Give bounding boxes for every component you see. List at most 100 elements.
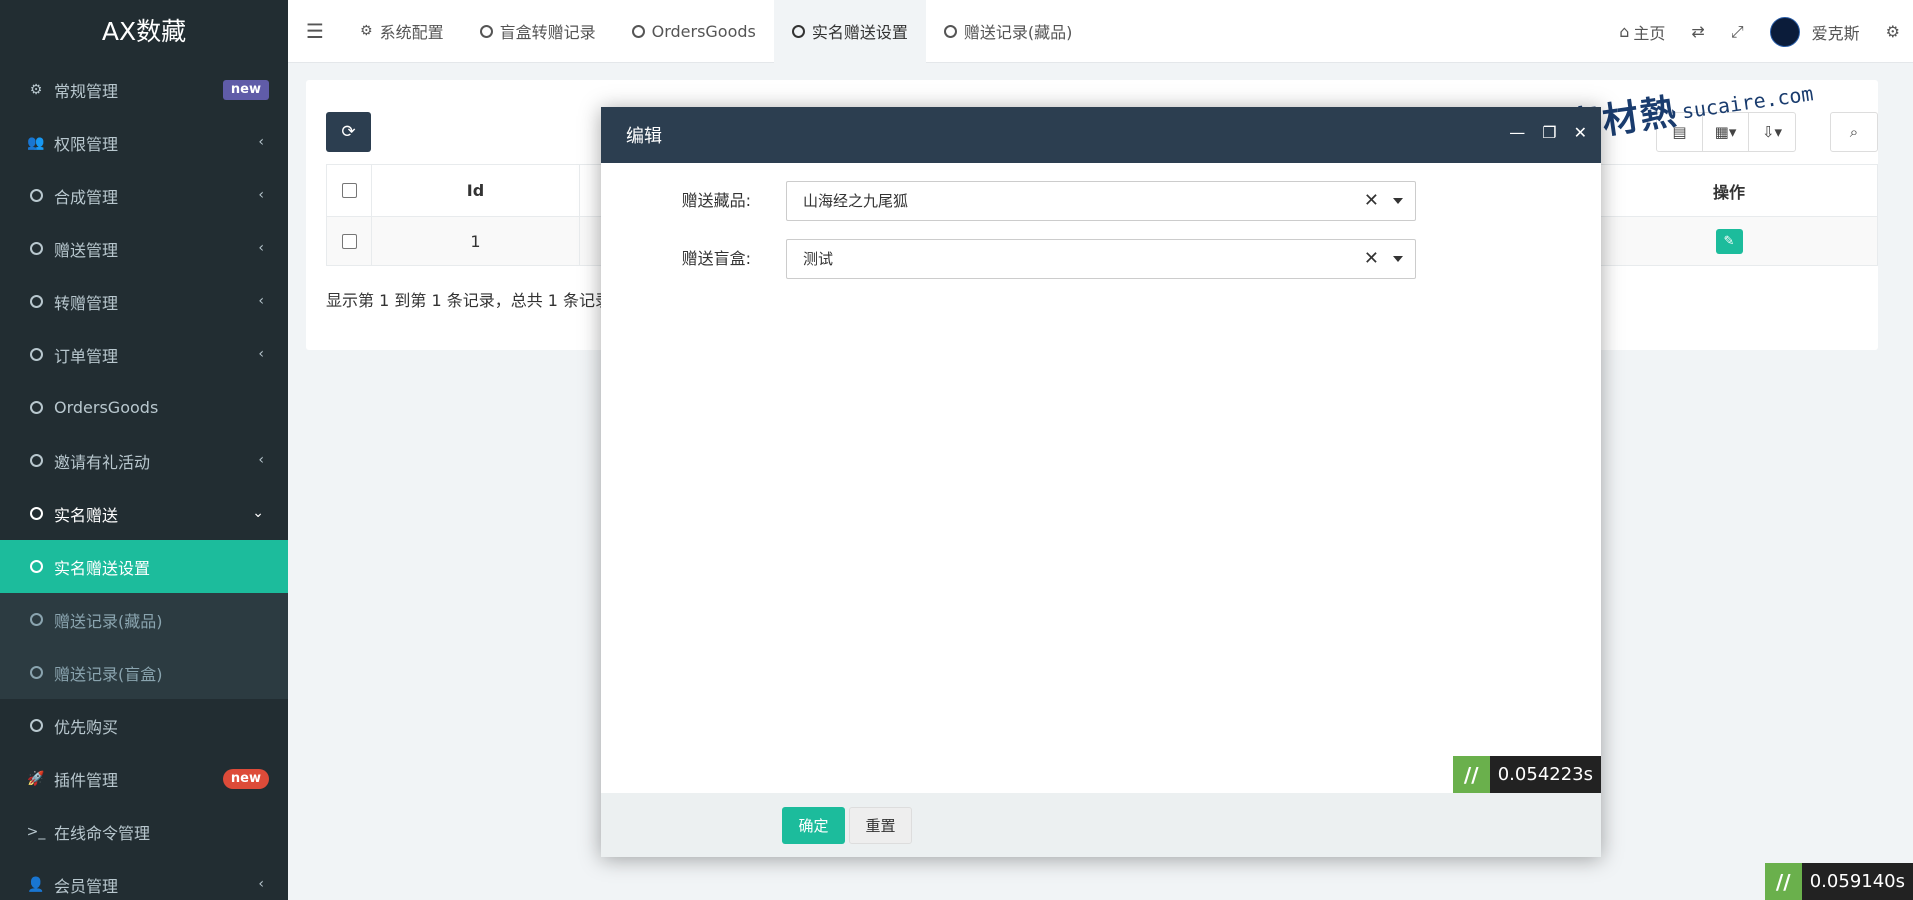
sidebar-item-label: 会员管理: [54, 876, 119, 896]
blindbox-value: 测试: [803, 250, 834, 268]
sidebar-subitem-realname-settings[interactable]: 实名赠送设置: [0, 540, 288, 593]
sidebar-item-label: OrdersGoods: [54, 398, 159, 417]
modal-debug-timer[interactable]: // 0.054223s: [1452, 756, 1601, 793]
sidebar-subitem-gift-records-collectibles[interactable]: 赠送记录(藏品): [0, 593, 288, 646]
circle-icon: [26, 348, 46, 361]
sidebar-submenu: 实名赠送设置 赠送记录(藏品) 赠送记录(盲盒): [0, 540, 288, 699]
caret-down-icon[interactable]: [1393, 198, 1403, 204]
clear-icon[interactable]: ✕: [1364, 182, 1379, 220]
chevron-left-icon: ‹: [258, 452, 264, 468]
sidebar-item-invite[interactable]: 邀请有礼活动 ‹: [0, 434, 288, 487]
chevron-down-icon: ⌄: [252, 505, 264, 521]
page-timer-value: 0.059140s: [1801, 863, 1913, 900]
home-link[interactable]: ⌂ 主页: [1606, 0, 1678, 63]
refresh-button[interactable]: ⟳: [326, 112, 371, 152]
reset-button[interactable]: 重置: [849, 807, 912, 844]
sidebar-item-label: 实名赠送: [54, 505, 119, 525]
new-badge: new: [222, 80, 269, 100]
column-header-id[interactable]: Id: [372, 165, 580, 216]
sidebar-item-realname-gift[interactable]: 实名赠送 ⌄: [0, 487, 288, 540]
chevron-left-icon: ‹: [258, 240, 264, 256]
tab-blindbox-transfer[interactable]: 盲盒转赠记录: [462, 0, 614, 63]
select-all-checkbox[interactable]: [341, 183, 357, 198]
circle-icon: [631, 24, 645, 38]
cell-id: 1: [372, 217, 580, 265]
fullscreen-icon[interactable]: ⤢: [1718, 0, 1757, 63]
confirm-button[interactable]: 确定: [782, 807, 845, 844]
sidebar-item-orders[interactable]: 订单管理 ‹: [0, 328, 288, 381]
user-menu[interactable]: 爱克斯: [1757, 0, 1873, 63]
avatar: [1769, 16, 1800, 47]
row-checkbox[interactable]: [341, 233, 357, 249]
column-header-operate: 操作: [1712, 182, 1745, 202]
sidebar-item-label: 插件管理: [54, 770, 119, 790]
form-row-collectible: 赠送藏品: 山海经之九尾狐 ✕: [601, 181, 1601, 221]
language-icon[interactable]: ⇄: [1678, 0, 1717, 63]
circle-icon: [26, 295, 46, 308]
sidebar-item-general[interactable]: ⚙ 常规管理 new: [0, 63, 288, 116]
sidebar-item-plugins[interactable]: 🚀 插件管理 new: [0, 752, 288, 805]
pagination-info: 显示第 1 到第 1 条记录，总共 1 条记录: [326, 291, 612, 310]
chevron-left-icon: ‹: [258, 346, 264, 362]
collectible-value: 山海经之九尾狐: [803, 192, 909, 210]
maximize-icon[interactable]: ❐: [1542, 123, 1556, 142]
chevron-left-icon: ‹: [258, 876, 264, 892]
page-debug-timer[interactable]: // 0.059140s: [1764, 863, 1913, 900]
watermark-sub: sucaire.com: [1680, 81, 1815, 124]
modal-title: 编辑: [626, 126, 662, 147]
circle-icon: [26, 401, 46, 414]
app-logo[interactable]: AX数藏: [0, 0, 288, 63]
circle-icon: [26, 507, 46, 520]
sidebar-item-gift[interactable]: 赠送管理 ‹: [0, 222, 288, 275]
caret-down-icon[interactable]: [1393, 256, 1403, 262]
chevron-left-icon: ‹: [258, 187, 264, 203]
circle-icon: [26, 189, 46, 202]
cell-operate: ✎: [1653, 228, 1805, 254]
tab-ordersgoods[interactable]: OrdersGoods: [614, 0, 774, 63]
sidebar: AX数藏 ⚙ 常规管理 new 👥 权限管理 ‹ 合成管理 ‹ 赠送管理 ‹ 转…: [0, 0, 288, 900]
debugbar-icon: //: [1764, 863, 1802, 900]
circle-icon: [791, 24, 805, 38]
sidebar-item-members[interactable]: 👤 会员管理 ‹: [0, 858, 288, 900]
home-icon: ⌂: [1619, 22, 1630, 41]
modal-header[interactable]: 编辑 — ❐ ✕: [601, 107, 1601, 163]
clear-icon[interactable]: ✕: [1364, 240, 1379, 278]
edit-button[interactable]: ✎: [1715, 228, 1743, 254]
cogs-icon: ⚙: [29, 81, 43, 98]
sidebar-item-label: 实名赠送设置: [54, 558, 151, 578]
sidebar-subitem-gift-records-blindbox[interactable]: 赠送记录(盲盒): [0, 646, 288, 699]
terminal-icon: >_: [26, 823, 46, 840]
sidebar-item-transfer[interactable]: 转赠管理 ‹: [0, 275, 288, 328]
collectible-select[interactable]: 山海经之九尾狐 ✕: [786, 181, 1416, 221]
search-toggle: ⌕: [1830, 112, 1878, 152]
blindbox-select[interactable]: 测试 ✕: [786, 239, 1416, 279]
search-icon: ⌕: [1849, 123, 1859, 141]
close-icon[interactable]: ✕: [1574, 123, 1587, 142]
circle-icon: [26, 719, 46, 732]
blindbox-label: 赠送盲盒:: [681, 249, 751, 268]
tab-system-config[interactable]: ⚙ 系统配置: [342, 0, 462, 63]
search-button[interactable]: ⌕: [1831, 113, 1877, 151]
pencil-icon: ✎: [1723, 233, 1735, 249]
tab-label: 赠送记录(藏品): [963, 23, 1073, 42]
minimize-icon[interactable]: —: [1509, 123, 1525, 142]
circle-icon: [26, 242, 46, 255]
sidebar-item-synthesis[interactable]: 合成管理 ‹: [0, 169, 288, 222]
chevron-left-icon: ‹: [258, 293, 264, 309]
sidebar-item-label: 常规管理: [54, 81, 119, 101]
menu-toggle-icon[interactable]: ☰: [288, 0, 342, 63]
sidebar-item-online-command[interactable]: >_ 在线命令管理: [0, 805, 288, 858]
sidebar-item-label: 权限管理: [54, 134, 119, 154]
modal-timer-value: 0.054223s: [1489, 756, 1601, 793]
tab-label: 系统配置: [379, 23, 444, 42]
edit-modal: 编辑 — ❐ ✕ 赠送藏品: 山海经之九尾狐 ✕ 赠送盲盒: 测试 ✕ // 0…: [601, 107, 1601, 857]
sidebar-item-ordersgoods[interactable]: OrdersGoods: [0, 381, 288, 434]
tab-gift-records[interactable]: 赠送记录(藏品): [926, 0, 1091, 63]
settings-icon[interactable]: ⚙: [1873, 0, 1913, 63]
home-label: 主页: [1633, 23, 1666, 43]
sidebar-item-priority-buy[interactable]: 优先购买: [0, 699, 288, 752]
sidebar-item-label: 转赠管理: [54, 293, 119, 313]
chevron-left-icon: ‹: [258, 134, 264, 150]
tab-realname-settings[interactable]: 实名赠送设置: [773, 0, 926, 63]
sidebar-item-auth[interactable]: 👥 权限管理 ‹: [0, 116, 288, 169]
